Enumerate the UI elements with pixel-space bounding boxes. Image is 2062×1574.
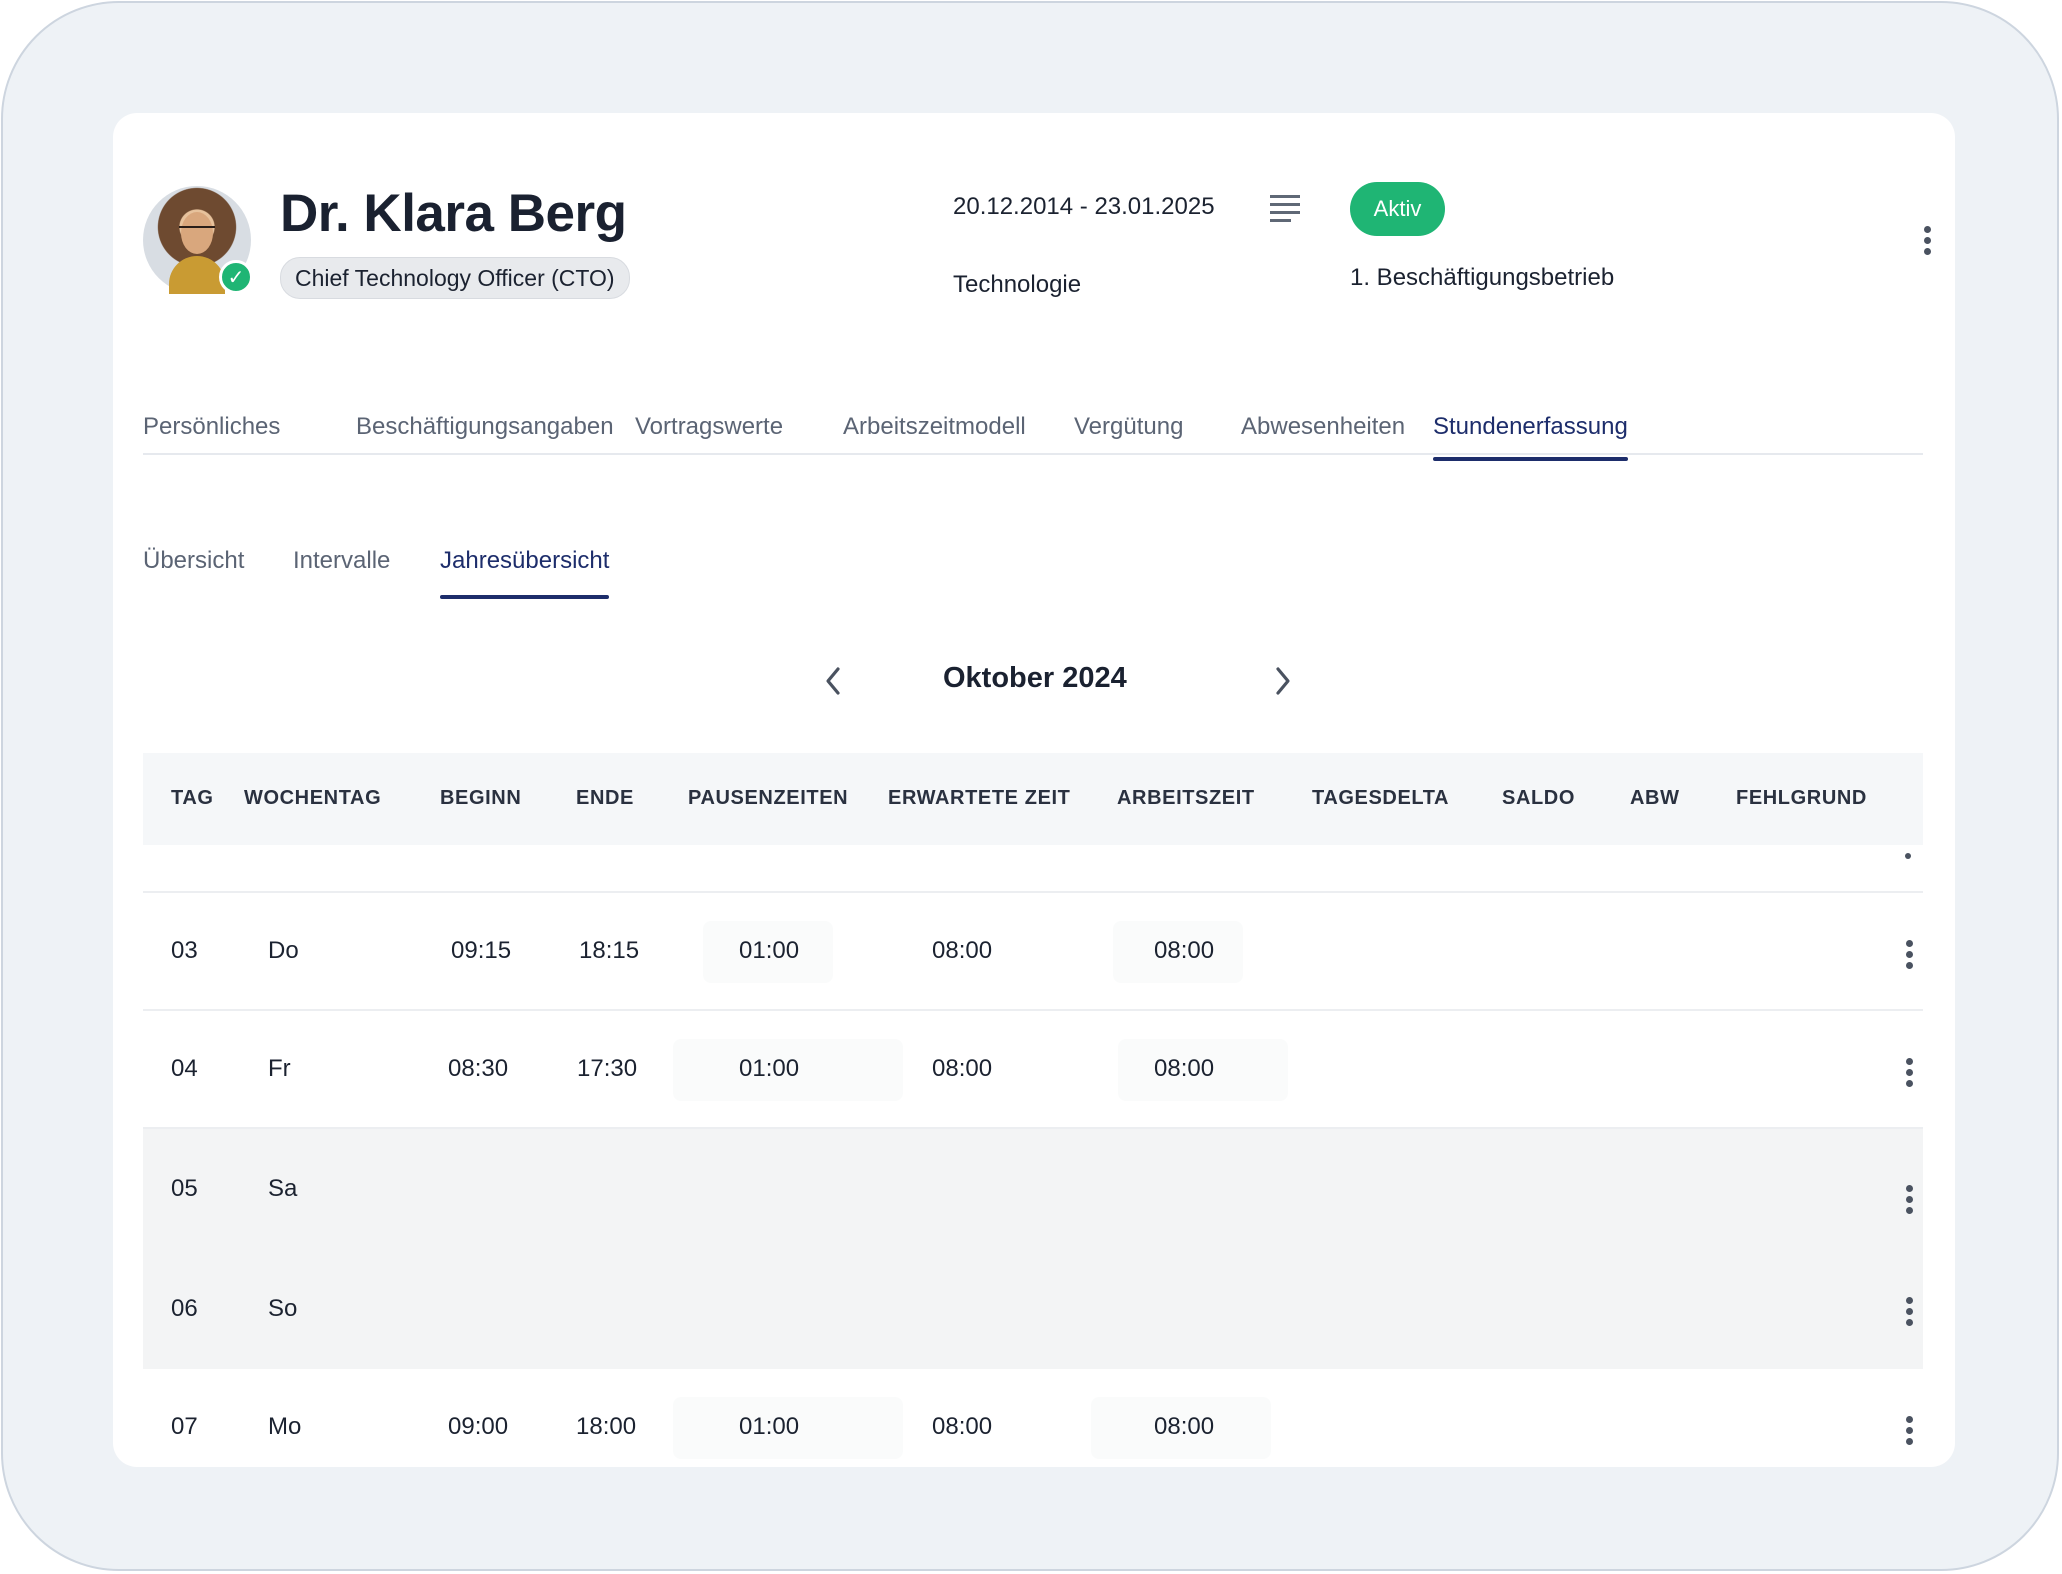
cell-wochentag: So — [268, 1295, 298, 1322]
avatar-shirt — [169, 256, 225, 294]
col-fehlgrund: FEHLGRUND — [1736, 787, 1867, 809]
device-frame: ✓ Dr. Klara Berg Chief Technology Office… — [1, 1, 2059, 1571]
more-options-icon[interactable] — [1904, 940, 1914, 973]
subtab-intervalle[interactable]: Intervalle — [293, 547, 390, 575]
verified-check-icon: ✓ — [219, 260, 253, 294]
cell-erwartete-zeit: 08:00 — [932, 1413, 993, 1440]
month-title: Oktober 2024 — [943, 662, 1127, 694]
tab-vortragswerte[interactable]: Vortragswerte — [635, 413, 783, 441]
col-saldo: SALDO — [1502, 787, 1575, 809]
col-arbeitszeit: ARBEITSZEIT — [1117, 787, 1255, 809]
more-options-icon[interactable] — [1904, 1416, 1914, 1449]
cell-ende: 18:00 — [576, 1413, 637, 1440]
cell-ende: 18:15 — [579, 937, 640, 964]
company: 1. Beschäftigungsbetrieb — [1350, 264, 1615, 291]
cell-arbeitszeit: 08:00 — [1154, 1055, 1215, 1082]
cell-beginn: 09:15 — [451, 937, 512, 964]
chevron-right-icon[interactable] — [1268, 663, 1298, 699]
cell-tag: 04 — [171, 1055, 198, 1082]
tab-verguetung[interactable]: Vergütung — [1074, 413, 1183, 441]
tab-beschaeftigungsangaben[interactable]: Beschäftigungsangaben — [356, 413, 614, 441]
col-tagesdelta: TAGESDELTA — [1312, 787, 1450, 809]
avatar-glasses — [179, 226, 215, 236]
col-ende: ENDE — [576, 787, 634, 809]
tab-stundenerfassung[interactable]: Stundenerfassung — [1433, 413, 1628, 461]
chevron-left-icon[interactable] — [818, 663, 848, 699]
table-row-weekend[interactable]: 06 So — [143, 1249, 1923, 1369]
cell-erwartete-zeit: 08:00 — [932, 1055, 993, 1082]
subtab-uebersicht[interactable]: Übersicht — [143, 547, 244, 575]
col-tag: TAG — [171, 787, 214, 809]
more-options-icon[interactable] — [1904, 1058, 1914, 1091]
table-header: TAG WOCHENTAG BEGINN ENDE PAUSENZEITEN E… — [143, 753, 1923, 845]
cell-tag: 05 — [171, 1175, 198, 1202]
cell-pausenzeiten: 01:00 — [739, 1413, 800, 1440]
employee-card: ✓ Dr. Klara Berg Chief Technology Office… — [113, 113, 1955, 1467]
tab-abwesenheiten[interactable]: Abwesenheiten — [1241, 413, 1405, 441]
cell-pausenzeiten: 01:00 — [739, 937, 800, 964]
cell-ende: 17:30 — [577, 1055, 638, 1082]
tab-persoenliches[interactable]: Persönliches — [143, 413, 280, 441]
list-icon[interactable] — [1270, 195, 1300, 223]
cell-pausenzeiten: 01:00 — [739, 1055, 800, 1082]
col-abw: ABW — [1630, 787, 1680, 809]
role-badge: Chief Technology Officer (CTO) — [280, 257, 630, 299]
table-row[interactable]: 04 Fr 08:30 17:30 01:00 08:00 08:00 — [143, 1011, 1923, 1129]
col-beginn: BEGINN — [440, 787, 522, 809]
main-tabs: Persönliches Beschäftigungsangaben Vortr… — [143, 393, 1923, 461]
cell-beginn: 09:00 — [448, 1413, 509, 1440]
cell-tag: 03 — [171, 937, 198, 964]
cell-beginn: 08:30 — [448, 1055, 509, 1082]
table-row[interactable]: 03 Do 09:15 18:15 01:00 08:00 08:00 — [143, 893, 1923, 1011]
col-erwartete-zeit: ERWARTETE ZEIT — [888, 787, 1071, 809]
table-row-weekend[interactable]: 05 Sa — [143, 1129, 1923, 1249]
more-options-icon[interactable] — [1904, 1297, 1914, 1330]
cell-wochentag: Fr — [268, 1055, 291, 1082]
col-pausenzeiten: PAUSENZEITEN — [688, 787, 849, 809]
subtab-jahresuebersicht[interactable]: Jahresübersicht — [440, 547, 610, 599]
cell-wochentag: Mo — [268, 1413, 302, 1440]
table-row[interactable]: 07 Mo 09:00 18:00 01:00 08:00 08:00 — [143, 1369, 1923, 1467]
table-row-partial — [143, 845, 1923, 893]
employment-date-range: 20.12.2014 - 23.01.2025 — [953, 193, 1215, 220]
cell-tag: 07 — [171, 1413, 198, 1440]
tab-arbeitszeitmodell[interactable]: Arbeitszeitmodell — [843, 413, 1026, 441]
cell-wochentag: Do — [268, 937, 299, 964]
status-badge: Aktiv — [1350, 182, 1445, 236]
more-options-icon[interactable] — [1904, 1185, 1914, 1218]
col-wochentag: WOCHENTAG — [244, 787, 382, 809]
employee-name: Dr. Klara Berg — [280, 184, 627, 243]
cell-arbeitszeit: 08:00 — [1154, 1413, 1215, 1440]
more-options-icon[interactable] — [1905, 853, 1911, 859]
cell-wochentag: Sa — [268, 1175, 298, 1202]
cell-erwartete-zeit: 08:00 — [932, 937, 993, 964]
cell-arbeitszeit: 08:00 — [1154, 937, 1215, 964]
more-options-icon[interactable] — [1922, 226, 1932, 259]
department: Technologie — [953, 271, 1082, 298]
cell-tag: 06 — [171, 1295, 198, 1322]
